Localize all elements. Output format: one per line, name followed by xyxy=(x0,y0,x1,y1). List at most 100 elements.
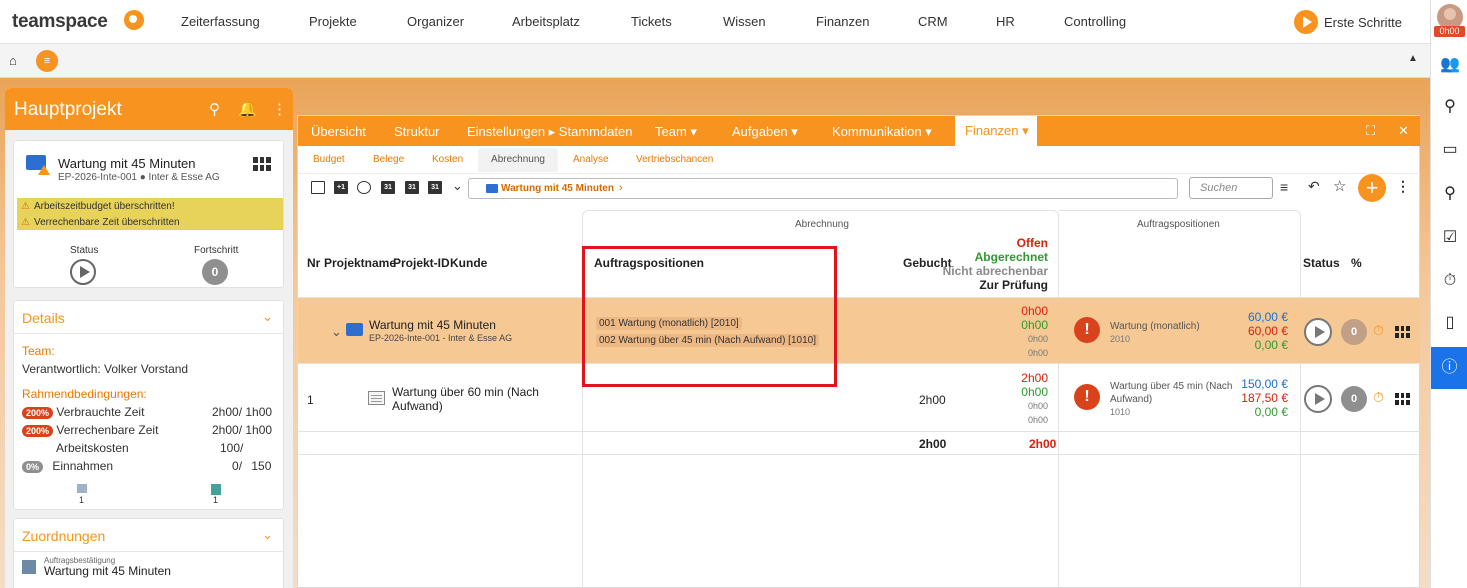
calendar-icon[interactable]: 31 xyxy=(381,181,395,194)
chevron-down-icon[interactable]: ⌄ xyxy=(262,527,273,543)
stopwatch-icon[interactable]: ⏱ xyxy=(1373,389,1384,406)
row-gebucht: 2h00 xyxy=(919,393,946,407)
subtab-abrechnung[interactable]: Abrechnung xyxy=(478,148,558,172)
block-icon[interactable] xyxy=(357,181,371,194)
project-panel-header: Hauptprojekt ⚲ 🔔 ⋮ xyxy=(5,88,293,130)
pin-icon[interactable]: ⚲ xyxy=(209,100,220,118)
nav-zeiterfassung[interactable]: Zeiterfassung xyxy=(181,14,260,29)
breadcrumb[interactable]: Wartung mit 45 Minuten › xyxy=(468,178,1178,199)
subtab-analyse[interactable]: Analyse xyxy=(573,154,609,165)
billing-table: Abrechnung Auftragspositionen Nr Projekt… xyxy=(298,208,1420,588)
alert-icon[interactable]: ! xyxy=(1074,317,1100,343)
assignment-name[interactable]: Wartung mit 45 Minuten xyxy=(44,564,171,578)
erste-schritte-button[interactable]: Erste Schritte xyxy=(1294,10,1402,34)
expand-chevron-icon[interactable]: ⌄ xyxy=(331,324,342,340)
row-name[interactable]: Wartung mit 45 Minuten xyxy=(369,318,496,332)
header-status[interactable]: Status xyxy=(1303,256,1340,270)
tasks-icon[interactable]: ☑ xyxy=(1440,228,1460,248)
add-button[interactable]: + xyxy=(1358,174,1386,202)
grid-icon[interactable] xyxy=(253,157,271,171)
divider xyxy=(298,431,1420,432)
stopwatch-icon[interactable]: ⏱ xyxy=(1373,322,1384,339)
menu-icon[interactable]: ≡ xyxy=(36,50,58,72)
header-percent[interactable]: % xyxy=(1351,256,1362,270)
warning-line: ⚠ Verrechenbare Zeit überschritten xyxy=(21,217,180,228)
nav-wissen[interactable]: Wissen xyxy=(723,14,766,29)
hours-stack: 2h00 0h00 0h00 0h00 xyxy=(1021,371,1048,425)
star-icon[interactable]: ☆ xyxy=(1333,177,1346,195)
grid-icon[interactable] xyxy=(1395,326,1410,338)
header-projekt-id[interactable]: Projekt-ID xyxy=(393,256,450,270)
divider xyxy=(14,551,283,552)
grid-icon[interactable] xyxy=(1395,393,1410,405)
row-name[interactable]: Wartung über 60 min (Nach Aufwand) xyxy=(392,385,542,413)
nav-organizer[interactable]: Organizer xyxy=(407,14,464,29)
conditions-label: Rahmendbedingungen: xyxy=(22,387,147,401)
auftrag-text: Wartung über 45 min (Nach Aufwand) 1010 xyxy=(1110,381,1233,417)
nav-finanzen[interactable]: Finanzen xyxy=(816,14,869,29)
nav-arbeitsplatz[interactable]: Arbeitsplatz xyxy=(512,14,580,29)
more-icon[interactable]: ⋮ xyxy=(272,100,287,118)
add-folder-icon[interactable]: +1 xyxy=(334,181,348,194)
info-icon[interactable]: ⓘ xyxy=(1431,347,1467,389)
nav-tickets[interactable]: Tickets xyxy=(631,14,672,29)
filter-icon[interactable]: ≡ xyxy=(1280,179,1288,195)
progress-label: Fortschritt xyxy=(194,245,239,256)
status-play-button[interactable] xyxy=(70,259,96,285)
project-name[interactable]: Wartung mit 45 Minuten xyxy=(58,156,196,171)
tab-uebersicht[interactable]: Übersicht xyxy=(311,124,366,139)
amount-stack: 150,00 € 187,50 € 0,00 € xyxy=(1241,377,1288,419)
close-icon[interactable]: ✕ xyxy=(1398,123,1409,139)
header-nr[interactable]: Nr xyxy=(307,256,320,270)
zuordnungen-title[interactable]: Zuordnungen xyxy=(22,528,105,544)
home-icon[interactable]: ⌂ xyxy=(9,53,17,68)
calendar-icon[interactable]: 31 xyxy=(428,181,442,194)
pin-icon[interactable]: ⚲ xyxy=(1440,184,1460,204)
more-icon[interactable]: ⋮ xyxy=(1396,178,1410,195)
alert-icon[interactable]: ! xyxy=(1074,384,1100,410)
calendar-icon[interactable]: 31 xyxy=(405,181,419,194)
header-kunde[interactable]: Kunde xyxy=(450,256,487,270)
search-icon[interactable]: ⚲ xyxy=(1440,97,1460,117)
users-icon[interactable]: 👥 xyxy=(1440,55,1460,75)
subtab-budget[interactable]: Budget xyxy=(313,154,345,165)
nav-hr[interactable]: HR xyxy=(996,14,1015,29)
total-offen: 2h00 xyxy=(1029,437,1057,451)
structure-icon xyxy=(77,484,87,493)
nav-crm[interactable]: CRM xyxy=(918,14,948,29)
chevron-down-icon[interactable]: ⌄ xyxy=(452,178,463,194)
subtab-vertriebschancen[interactable]: Vertriebschancen xyxy=(636,154,713,165)
bell-icon[interactable]: 🔔 xyxy=(238,100,257,118)
breadcrumb-item[interactable]: Wartung mit 45 Minuten xyxy=(501,183,614,194)
stopwatch-icon[interactable]: ⏱ xyxy=(1440,271,1460,291)
tab-struktur[interactable]: Struktur xyxy=(394,124,440,139)
undo-icon[interactable]: ↶ xyxy=(1308,178,1320,195)
tab-team[interactable]: Team ▾ xyxy=(655,124,697,140)
tab-einstellungen[interactable]: Einstellungen ▸ Stammdaten xyxy=(467,124,633,140)
tab-aufgaben[interactable]: Aufgaben ▾ xyxy=(732,124,798,140)
details-title[interactable]: Details xyxy=(22,310,65,326)
folder-icon xyxy=(486,184,498,193)
app-logo[interactable]: teamspace xyxy=(12,11,108,33)
warning-icon xyxy=(38,165,50,175)
nav-projekte[interactable]: Projekte xyxy=(309,14,357,29)
structure-count: 1 xyxy=(79,495,85,505)
status-play-button[interactable] xyxy=(1304,318,1332,346)
chevron-down-icon[interactable]: ⌄ xyxy=(262,309,273,325)
user-icon xyxy=(211,484,221,495)
collapse-icon[interactable]: ▲ xyxy=(1408,53,1418,64)
tab-finanzen[interactable]: Finanzen ▾ xyxy=(955,116,1037,146)
subtab-belege[interactable]: Belege xyxy=(373,154,404,165)
subtab-kosten[interactable]: Kosten xyxy=(432,154,463,165)
header-projektname[interactable]: Projektname xyxy=(324,256,396,270)
condition-row: 200% Verbrauchte Zeit xyxy=(22,405,144,419)
mobile-icon[interactable]: ▯ xyxy=(1440,313,1460,333)
briefcase-icon[interactable]: ▭ xyxy=(1440,140,1460,160)
tab-kommunikation[interactable]: Kommunikation ▾ xyxy=(832,124,932,140)
secondary-bar: ⌂ ≡ ▲ xyxy=(0,44,1430,78)
maximize-icon[interactable]: ⛶ xyxy=(1366,123,1375,139)
nav-controlling[interactable]: Controlling xyxy=(1064,14,1126,29)
search-input[interactable]: Suchen xyxy=(1189,177,1273,199)
list-icon[interactable] xyxy=(311,181,325,194)
status-play-button[interactable] xyxy=(1304,385,1332,413)
